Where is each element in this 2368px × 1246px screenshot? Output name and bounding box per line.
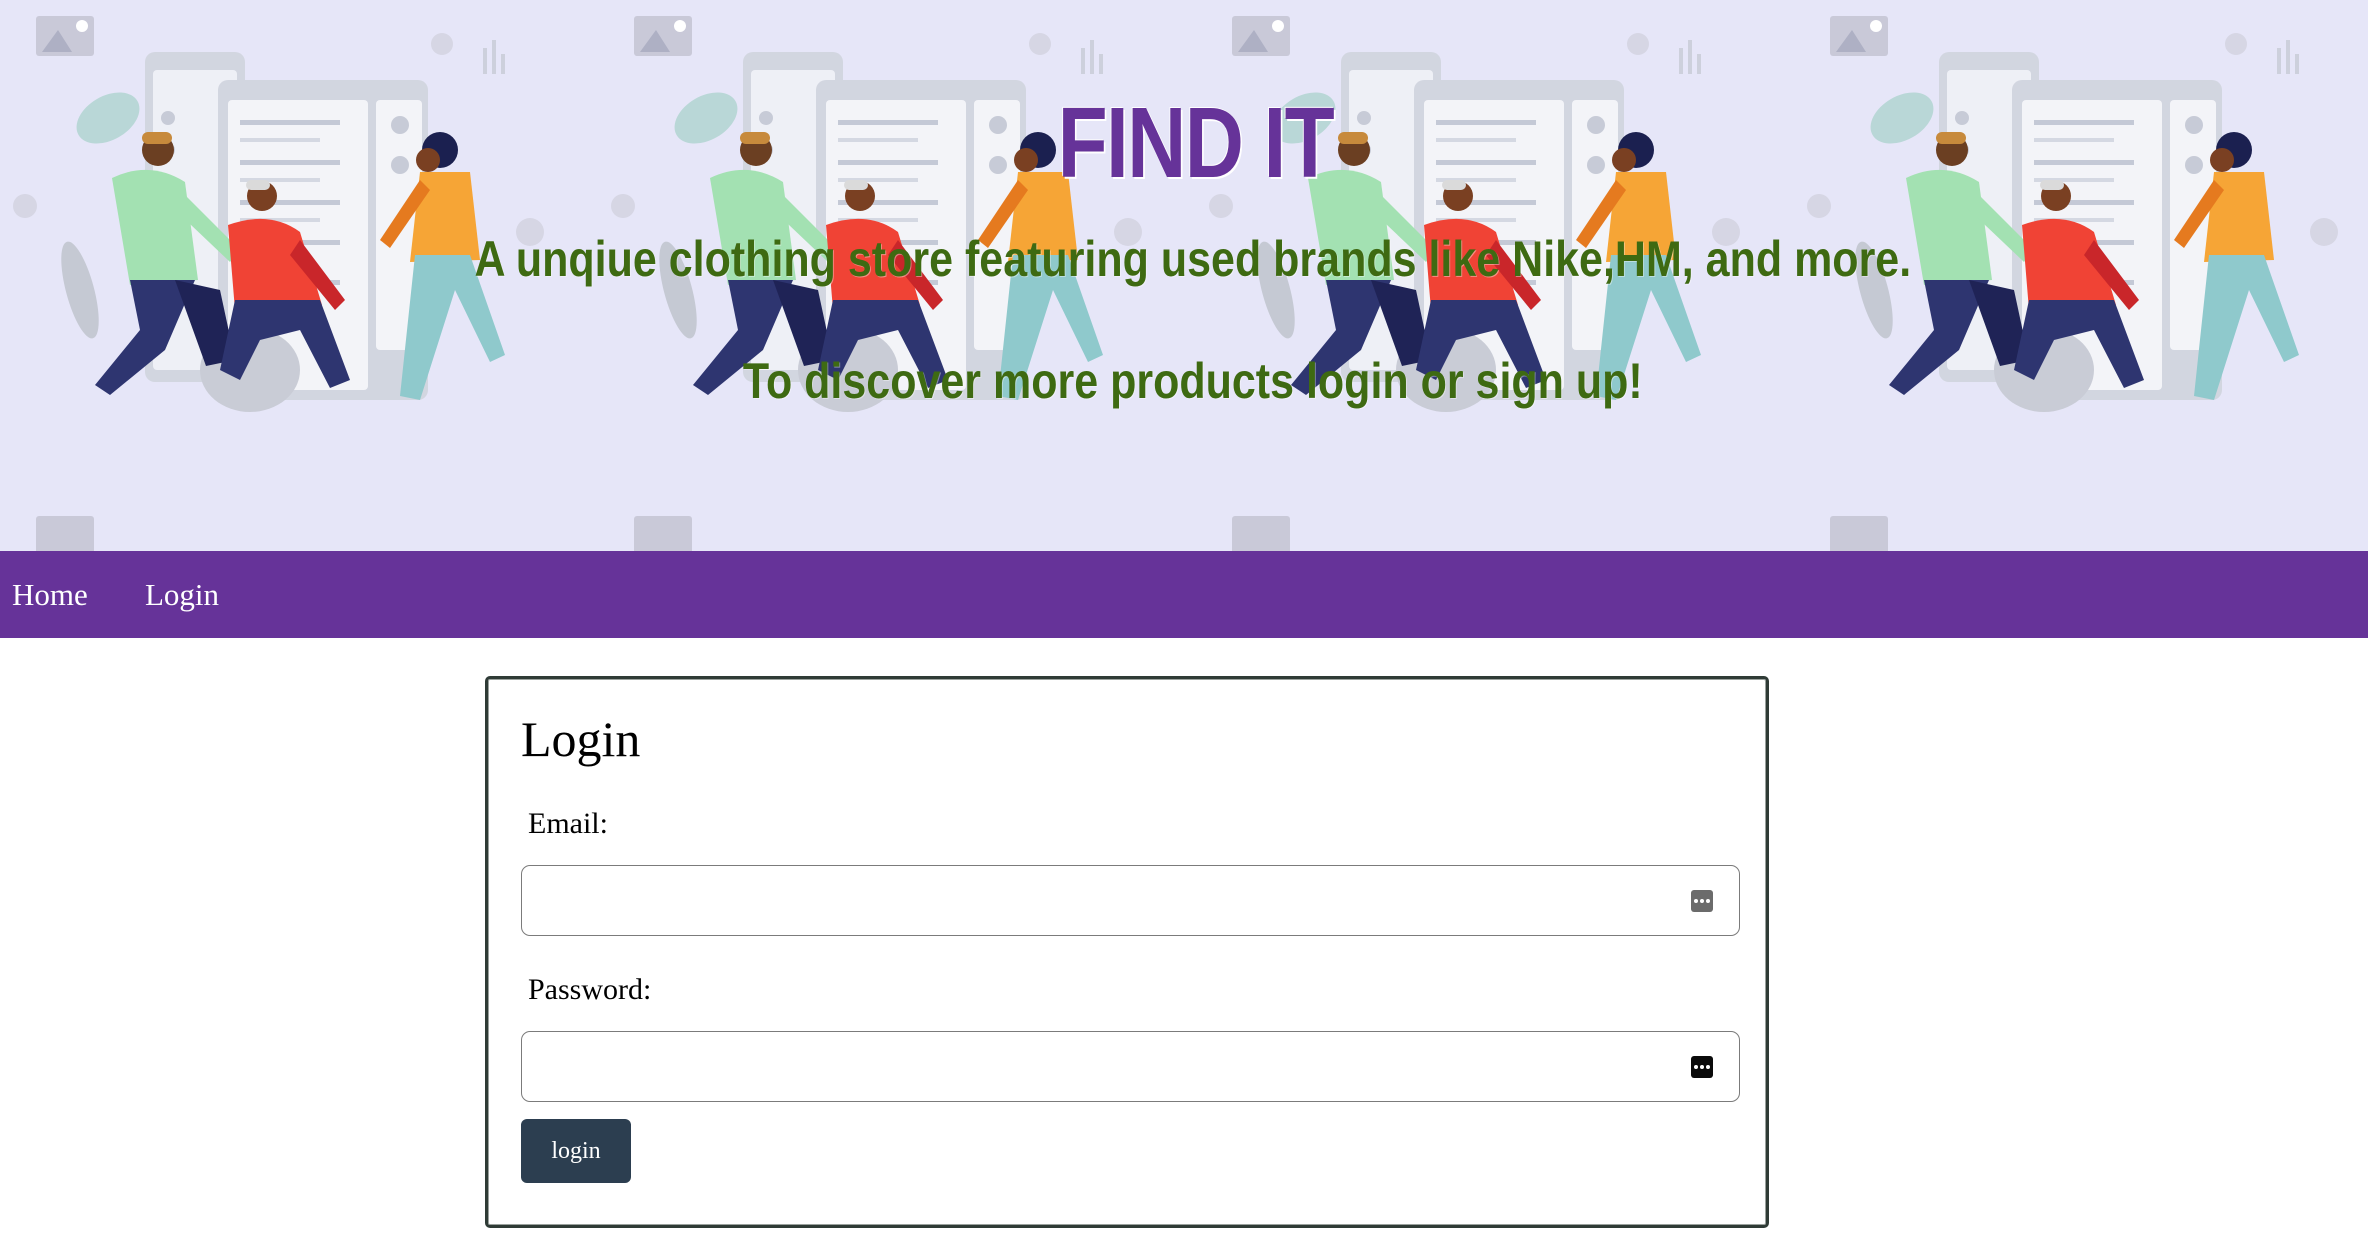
login-card: Login Email: Password: login: [485, 676, 1769, 1228]
top-navbar: Home Login: [0, 551, 2368, 638]
site-tagline: A unqiue clothing store featuring used b…: [474, 231, 1912, 287]
email-field-wrapper: [521, 865, 1740, 936]
login-heading: Login: [521, 711, 641, 767]
nav-home-link[interactable]: Home: [12, 551, 88, 638]
site-title: FIND IT: [1057, 87, 1335, 199]
nav-login-link[interactable]: Login: [145, 551, 219, 638]
password-key-icon[interactable]: [1691, 890, 1713, 912]
email-label: Email:: [528, 807, 608, 840]
login-button[interactable]: login: [521, 1119, 631, 1183]
password-field-wrapper: [521, 1031, 1740, 1102]
password-key-icon[interactable]: [1691, 1056, 1713, 1078]
password-input[interactable]: [522, 1032, 1739, 1101]
password-label: Password:: [528, 973, 652, 1006]
hero-banner: FIND IT A unqiue clothing store featurin…: [0, 0, 2368, 551]
email-input[interactable]: [522, 866, 1739, 935]
signup-prompt: To discover more products login or sign …: [742, 353, 1643, 409]
